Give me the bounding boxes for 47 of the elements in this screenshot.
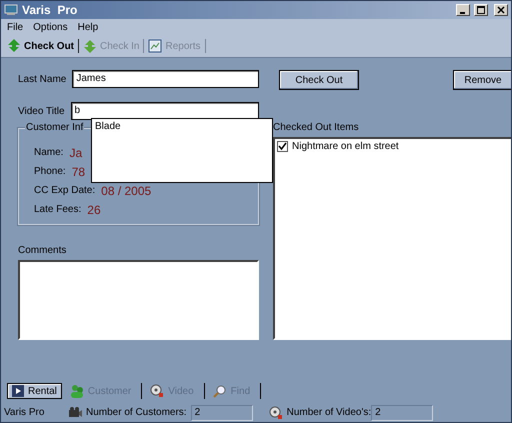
close-icon xyxy=(497,6,505,14)
window-title: Varis Pro xyxy=(22,3,78,17)
info-value: 78 xyxy=(72,164,86,178)
close-button[interactable] xyxy=(494,4,508,16)
status-label: Number of Video's: xyxy=(286,407,372,418)
nav-tab[interactable]: Rental xyxy=(7,383,62,399)
menu-item[interactable]: Options xyxy=(33,22,68,33)
info-label: CC Exp Date: xyxy=(34,185,96,196)
status-label: Number of Customers: xyxy=(86,407,187,418)
info-label: Phone: xyxy=(34,166,66,177)
info-value: 26 xyxy=(87,202,101,216)
remove-button[interactable]: Remove xyxy=(453,70,511,90)
checkbox[interactable] xyxy=(277,141,288,152)
report-icon xyxy=(148,39,162,53)
videos-count: 2 xyxy=(371,404,434,420)
maximize-button[interactable] xyxy=(474,4,488,16)
list-item[interactable]: Nightmare on elm street xyxy=(292,141,399,152)
play-icon xyxy=(12,385,24,397)
arrow-up-icon xyxy=(7,39,21,53)
check-out-button[interactable]: Check Out xyxy=(279,70,359,90)
people-icon xyxy=(70,384,84,398)
field-label: Video Title xyxy=(18,106,65,116)
film-reel-icon xyxy=(268,406,283,420)
group-title: Customer Inf xyxy=(25,122,84,133)
info-value: Ja xyxy=(69,146,82,160)
status-text: Varis Pro xyxy=(4,407,46,418)
field-label: Last Name xyxy=(18,74,66,84)
menu-item[interactable]: File xyxy=(7,22,24,33)
search-icon xyxy=(212,384,227,398)
tab[interactable]: Check Out xyxy=(7,39,80,53)
list-label: Checked Out Items xyxy=(273,122,360,133)
arrow-down-icon xyxy=(83,39,98,53)
suggestion-item[interactable]: Blade xyxy=(95,121,269,132)
info-label: Late Fees: xyxy=(34,204,82,215)
customers-count: 2 xyxy=(190,404,253,420)
last-name-field[interactable]: James xyxy=(72,70,259,88)
info-label: Name: xyxy=(34,147,64,158)
minimize-button[interactable] xyxy=(456,4,470,16)
film-reel-icon xyxy=(150,384,164,398)
menu-item[interactable]: Help xyxy=(78,22,98,33)
comments-label: Comments xyxy=(18,245,68,256)
comments-field[interactable] xyxy=(18,260,259,340)
video-title-field[interactable]: b xyxy=(70,102,259,120)
info-value: 08 / 2005 xyxy=(101,184,152,198)
maximize-icon xyxy=(477,6,485,14)
app-icon xyxy=(4,4,18,16)
camera-icon xyxy=(68,406,82,420)
